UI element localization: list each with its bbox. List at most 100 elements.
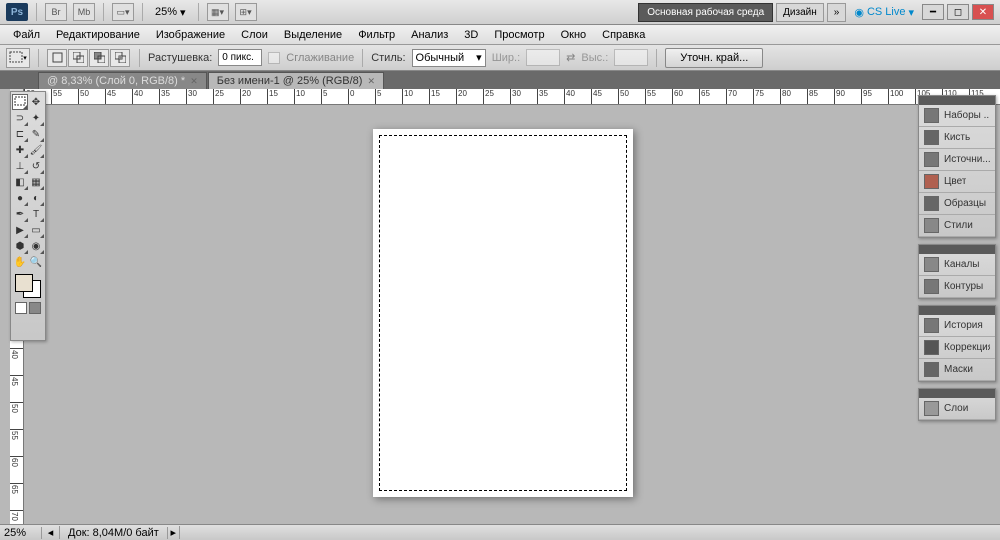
window-close-button[interactable]: ✕ <box>972 4 994 20</box>
ruler-tick: 40 <box>132 89 143 105</box>
menu-help[interactable]: Справка <box>595 27 652 43</box>
3d-tool[interactable]: ⬢ <box>12 238 28 254</box>
panel-item--[interactable]: Наборы ... <box>919 105 995 127</box>
ruler-tick: 10 <box>402 89 413 105</box>
status-zoom[interactable]: 25% <box>0 527 42 539</box>
panel-handle[interactable] <box>919 306 995 315</box>
panel-item--[interactable]: Маски <box>919 359 995 381</box>
panel-icon <box>924 279 939 294</box>
brush-tool[interactable]: 🖌 <box>28 142 44 158</box>
panel-label: Цвет <box>944 176 966 187</box>
scroll-left-button[interactable]: ◂ <box>42 526 60 539</box>
screen-mode-icon[interactable]: ▭▾ <box>112 3 134 21</box>
window-maximize-button[interactable]: ◻ <box>947 4 969 20</box>
3d-camera-tool[interactable]: ◉ <box>28 238 44 254</box>
panel-item--[interactable]: Контуры <box>919 276 995 298</box>
ruler-tick: 35 <box>537 89 548 105</box>
panel-handle[interactable] <box>919 96 995 105</box>
panel-item--[interactable]: Коррекция <box>919 337 995 359</box>
cslive-button[interactable]: ◉ CS Live ▾ <box>849 6 919 19</box>
document-canvas[interactable] <box>373 129 633 497</box>
wand-tool[interactable]: ✦ <box>28 110 44 126</box>
workspace-design-button[interactable]: Дизайн <box>776 3 824 22</box>
selection-add-button[interactable] <box>68 49 88 67</box>
panel-item--[interactable]: Слои <box>919 398 995 420</box>
menu-3d[interactable]: 3D <box>457 27 485 43</box>
arrange-icon[interactable]: ▦▾ <box>207 3 229 21</box>
pen-tool[interactable]: ✒ <box>12 206 28 222</box>
zoom-tool[interactable]: 🔍 <box>28 254 44 270</box>
ruler-tick: 10 <box>294 89 305 105</box>
close-icon[interactable]: ✕ <box>190 76 198 87</box>
menu-select[interactable]: Выделение <box>277 27 349 43</box>
refine-edge-button[interactable]: Уточн. край... <box>665 48 763 68</box>
history-brush-tool[interactable]: ↺ <box>28 158 44 174</box>
panel-item--[interactable]: Стили <box>919 215 995 237</box>
menu-image[interactable]: Изображение <box>149 27 232 43</box>
ruler-tick: 40 <box>10 348 24 359</box>
panel-icon <box>924 130 939 145</box>
zoom-value: 25% <box>155 6 177 18</box>
ruler-tick: 50 <box>10 402 24 413</box>
move-tool[interactable]: ✥ <box>28 94 44 110</box>
shape-tool[interactable]: ▭ <box>28 222 44 238</box>
marquee-tool[interactable] <box>12 94 28 110</box>
zoom-dropdown[interactable]: 25% ▾ <box>151 6 190 19</box>
stamp-tool[interactable]: ⊥ <box>12 158 28 174</box>
selection-subtract-button[interactable] <box>89 49 109 67</box>
extras-icon[interactable]: ⊞▾ <box>235 3 257 21</box>
color-swatches[interactable] <box>15 274 41 298</box>
menu-analysis[interactable]: Анализ <box>404 27 455 43</box>
type-tool[interactable]: T <box>28 206 44 222</box>
minibridge-icon[interactable]: Mb <box>73 3 95 21</box>
menu-view[interactable]: Просмотр <box>487 27 551 43</box>
menu-edit[interactable]: Редактирование <box>49 27 147 43</box>
menu-filter[interactable]: Фильтр <box>351 27 402 43</box>
style-select[interactable]: Обычный ▾ <box>412 49 486 67</box>
menu-file[interactable]: Файл <box>6 27 47 43</box>
status-doc-info[interactable]: Док: 8,04M/0 байт <box>60 527 168 539</box>
panel-item--[interactable]: Кисть <box>919 127 995 149</box>
panel-icon <box>924 196 939 211</box>
panel-item--[interactable]: Цвет <box>919 171 995 193</box>
workspace-more-button[interactable]: » <box>827 3 847 22</box>
status-menu-button[interactable]: ▸ <box>168 526 180 539</box>
document-tab-active[interactable]: Без имени-1 @ 25% (RGB/8) ✕ <box>208 72 384 89</box>
dodge-tool[interactable]: ◐ <box>28 190 44 206</box>
path-select-tool[interactable]: ▶ <box>12 222 28 238</box>
menu-window[interactable]: Окно <box>554 27 594 43</box>
ruler-tick: 75 <box>753 89 764 105</box>
hand-tool[interactable]: ✋ <box>12 254 28 270</box>
canvas-viewport[interactable] <box>24 105 1000 524</box>
panel-handle[interactable] <box>919 245 995 254</box>
document-tab[interactable]: @ 8,33% (Слой 0, RGB/8) * ✕ <box>38 72 207 89</box>
quickmask-toggle[interactable] <box>15 302 41 316</box>
lasso-tool[interactable]: ⊃ <box>12 110 28 126</box>
workspace-main-button[interactable]: Основная рабочая среда <box>638 3 773 22</box>
gradient-tool[interactable]: ▦ <box>28 174 44 190</box>
ruler-tick: 25 <box>483 89 494 105</box>
foreground-color[interactable] <box>15 274 33 292</box>
current-tool-icon[interactable]: ▾ <box>6 48 30 68</box>
menu-layers[interactable]: Слои <box>234 27 275 43</box>
panel-group-4: Слои <box>918 388 996 421</box>
eraser-tool[interactable]: ◧ <box>12 174 28 190</box>
selection-intersect-button[interactable] <box>110 49 130 67</box>
panel-item--[interactable]: Образцы <box>919 193 995 215</box>
panel-group-2: КаналыКонтуры <box>918 244 996 299</box>
eyedropper-tool[interactable]: ✎ <box>28 126 44 142</box>
ruler-tick: 50 <box>78 89 89 105</box>
heal-tool[interactable]: ✚ <box>12 142 28 158</box>
panel-item--[interactable]: История <box>919 315 995 337</box>
panel-item--[interactable]: Источни... <box>919 149 995 171</box>
panel-handle[interactable] <box>919 389 995 398</box>
window-minimize-button[interactable]: ━ <box>922 4 944 20</box>
ruler-horizontal[interactable]: 6055504540353025201510505101520253035404… <box>24 89 1000 105</box>
close-icon[interactable]: ✕ <box>367 76 375 87</box>
selection-new-button[interactable] <box>47 49 67 67</box>
crop-tool[interactable]: ⊏ <box>12 126 28 142</box>
blur-tool[interactable]: ● <box>12 190 28 206</box>
bridge-icon[interactable]: Br <box>45 3 67 21</box>
panel-item--[interactable]: Каналы <box>919 254 995 276</box>
feather-input[interactable] <box>218 49 262 66</box>
